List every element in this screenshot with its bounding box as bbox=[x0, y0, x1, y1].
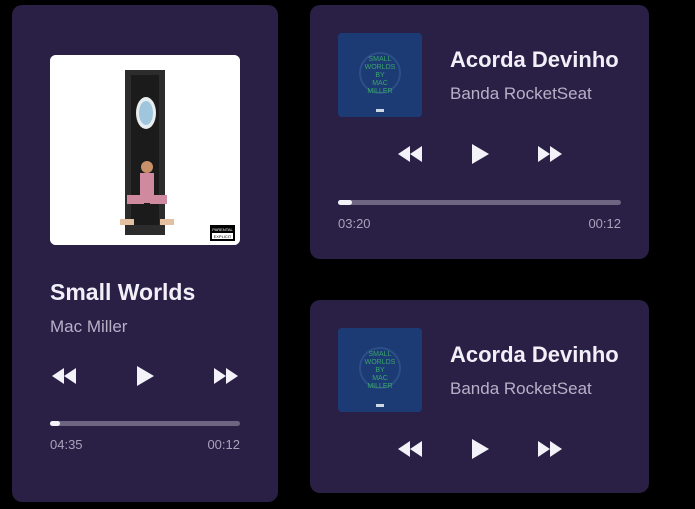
time-elapsed: 04:35 bbox=[50, 437, 83, 452]
svg-text:SMALL: SMALL bbox=[369, 56, 392, 63]
rewind-icon bbox=[398, 441, 422, 457]
track-artist: Banda RocketSeat bbox=[450, 379, 592, 398]
play-icon bbox=[472, 439, 489, 459]
track-title: Small Worlds bbox=[50, 279, 196, 305]
playback-controls bbox=[396, 438, 564, 460]
album-cover: SMALL WORLDS BY MAC MILLER bbox=[338, 33, 422, 117]
fast-forward-icon bbox=[538, 146, 562, 162]
play-button[interactable] bbox=[470, 143, 490, 165]
play-button[interactable] bbox=[470, 438, 490, 460]
play-button[interactable] bbox=[135, 365, 155, 387]
player-card-secondary: SMALL WORLDS BY MAC MILLER Acorda Devinh… bbox=[310, 5, 649, 259]
svg-text:MILLER: MILLER bbox=[367, 88, 392, 95]
svg-text:BY: BY bbox=[375, 72, 385, 79]
rewind-button[interactable] bbox=[50, 367, 78, 385]
play-icon bbox=[137, 366, 154, 386]
track-artist: Banda RocketSeat bbox=[450, 84, 592, 103]
player-card-third: SMALL WORLDS BY MAC MILLER Acorda Devinh… bbox=[310, 300, 649, 493]
time-elapsed: 03:20 bbox=[338, 216, 371, 231]
fast-forward-icon bbox=[214, 368, 238, 384]
album-cover: PARENTAL EXPLICIT bbox=[50, 55, 240, 245]
rewind-button[interactable] bbox=[396, 440, 424, 458]
playback-controls bbox=[396, 143, 564, 165]
playback-controls bbox=[50, 365, 240, 387]
fast-forward-button[interactable] bbox=[536, 145, 564, 163]
play-icon bbox=[472, 144, 489, 164]
album-cover: SMALL WORLDS BY MAC MILLER bbox=[338, 328, 422, 412]
progress-fill bbox=[338, 200, 353, 205]
progress-bar[interactable] bbox=[50, 421, 240, 426]
svg-text:BY: BY bbox=[375, 367, 385, 374]
player-card-main: PARENTAL EXPLICIT Small Worlds Mac Mille… bbox=[12, 5, 278, 502]
track-title: Acorda Devinho bbox=[450, 47, 619, 72]
svg-text:MAC: MAC bbox=[372, 375, 388, 382]
fast-forward-icon bbox=[538, 441, 562, 457]
fast-forward-button[interactable] bbox=[212, 367, 240, 385]
svg-text:MAC: MAC bbox=[372, 80, 388, 87]
progress-fill bbox=[50, 421, 60, 426]
rewind-icon bbox=[52, 368, 76, 384]
svg-text:EXPLICIT: EXPLICIT bbox=[214, 234, 232, 239]
rewind-button[interactable] bbox=[396, 145, 424, 163]
svg-text:WORLDS: WORLDS bbox=[365, 64, 396, 71]
track-artist: Mac Miller bbox=[50, 317, 128, 336]
svg-text:SMALL: SMALL bbox=[369, 351, 392, 358]
svg-text:MILLER: MILLER bbox=[367, 383, 392, 390]
track-title: Acorda Devinho bbox=[450, 342, 619, 367]
time-remaining: 00:12 bbox=[207, 437, 240, 452]
progress-bar[interactable] bbox=[338, 200, 621, 205]
fast-forward-button[interactable] bbox=[536, 440, 564, 458]
time-remaining: 00:12 bbox=[588, 216, 621, 231]
rewind-icon bbox=[398, 146, 422, 162]
svg-text:WORLDS: WORLDS bbox=[365, 359, 396, 366]
svg-text:PARENTAL: PARENTAL bbox=[212, 227, 233, 232]
